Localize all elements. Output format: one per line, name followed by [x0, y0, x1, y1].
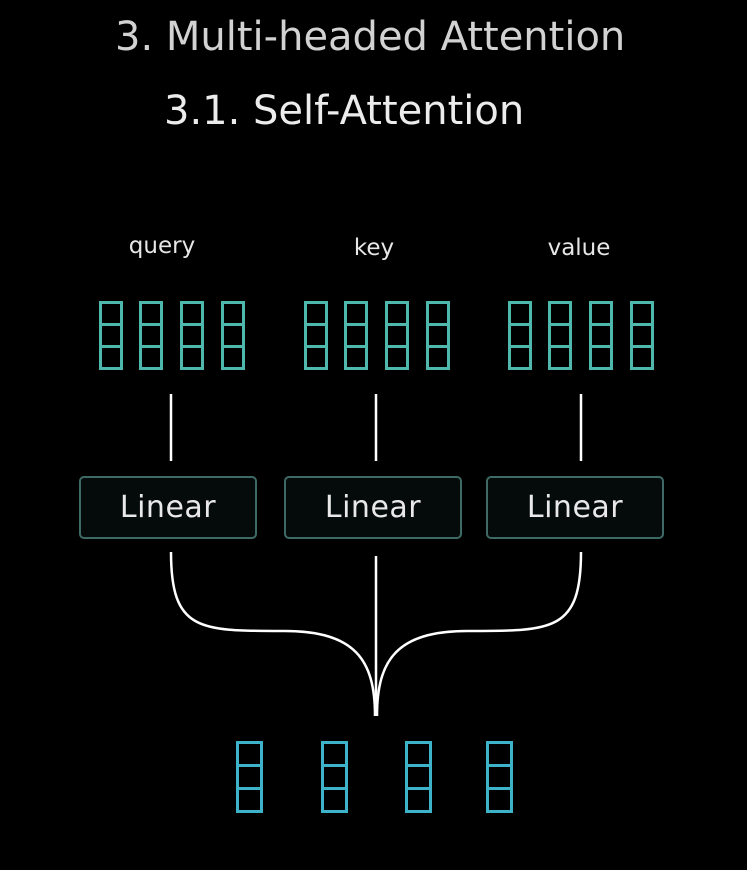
output-vector-3 [405, 741, 432, 813]
query-merge-curve [169, 551, 377, 717]
output-vector-1 [236, 741, 263, 813]
query-linear-layer: Linear [79, 476, 257, 539]
output-vector-4 [486, 741, 513, 813]
key-linear-layer: Linear [284, 476, 462, 539]
value-merge-curve [375, 551, 583, 717]
query-linear-label: Linear [119, 490, 217, 525]
key-linear-label: Linear [324, 490, 422, 525]
value-linear-layer: Linear [486, 476, 664, 539]
connection-lines [169, 394, 583, 717]
value-linear-label: Linear [526, 490, 624, 525]
output-vector-2 [321, 741, 348, 813]
